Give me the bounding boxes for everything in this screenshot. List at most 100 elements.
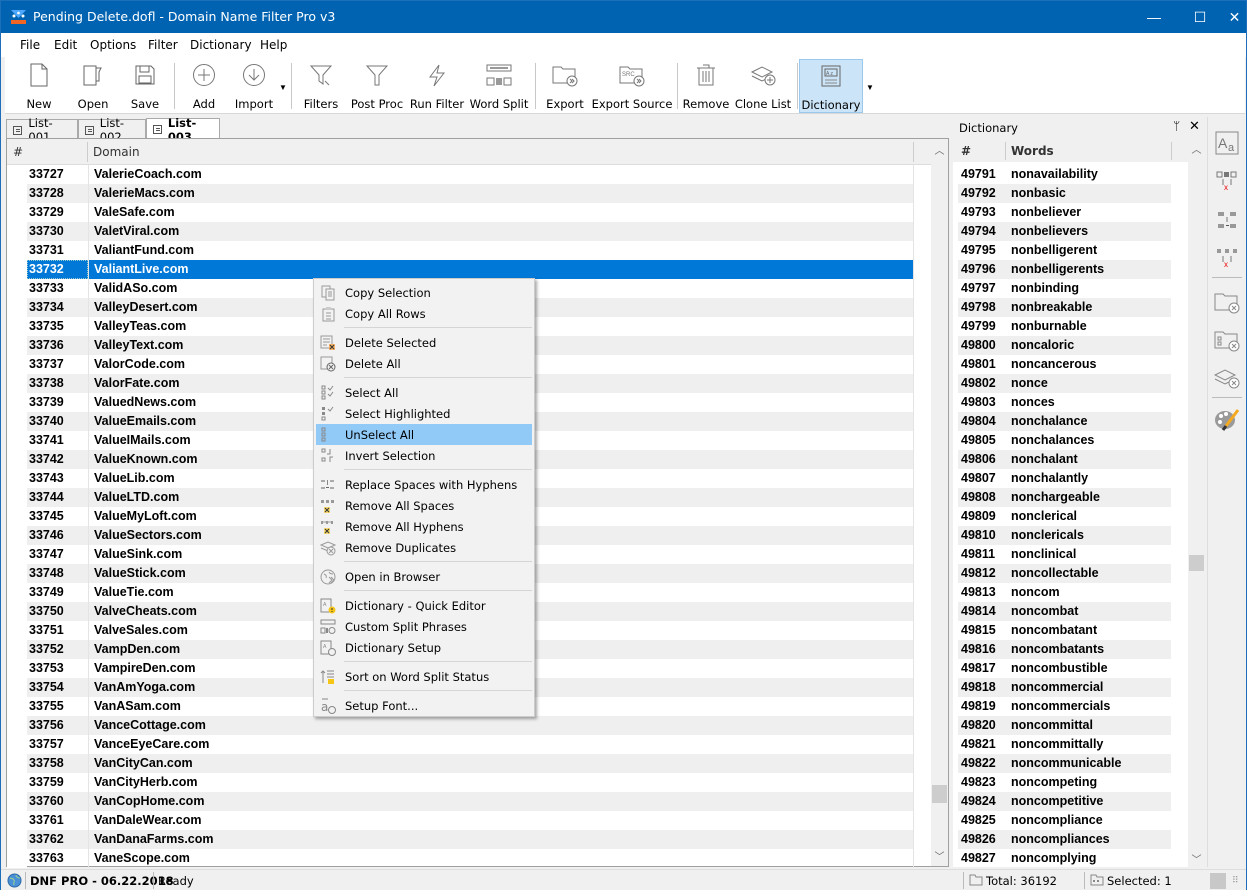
dictionary-row[interactable]: 49824 noncompetitive <box>958 792 1171 811</box>
menu-item-select-highlighted[interactable]: Select Highlighted <box>316 403 532 424</box>
dictionary-dropdown-icon[interactable]: ▼ <box>866 83 874 92</box>
add-button[interactable]: Add <box>186 59 222 113</box>
menu-options[interactable]: Options <box>90 38 136 52</box>
grid-scroll-thumb[interactable] <box>932 785 947 803</box>
dictionary-row[interactable]: 49801 noncancerous <box>958 355 1171 374</box>
menu-item-unselect-all[interactable]: UnSelect All <box>316 424 532 445</box>
dictionary-row[interactable]: 49803 nonces <box>958 393 1171 412</box>
column-header-words[interactable]: Words <box>1011 144 1054 158</box>
import-button[interactable]: Import <box>233 59 275 113</box>
dictionary-row[interactable]: 49816 noncombatants <box>958 640 1171 659</box>
dictionary-row[interactable]: 49794 nonbelievers <box>958 222 1171 241</box>
menu-file[interactable]: File <box>20 38 40 52</box>
word-split-button[interactable]: Word Split <box>470 59 528 113</box>
list-folder-remove-icon[interactable] <box>1214 327 1240 353</box>
tab-list-002[interactable]: List-002 <box>78 116 146 144</box>
table-row[interactable]: 33760 VanCopHome.com <box>7 792 932 811</box>
menu-item-remove-all-hyphens[interactable]: Remove All Hyphens <box>316 516 532 537</box>
layers-remove-icon[interactable] <box>1214 365 1240 391</box>
menu-item-setup-font[interactable]: a Setup Font... <box>316 695 532 716</box>
dictionary-row[interactable]: 49821 noncommittally <box>958 735 1171 754</box>
run-filter-button[interactable]: Run Filter <box>410 59 464 113</box>
dictionary-row[interactable]: 49819 noncommercials <box>958 697 1171 716</box>
dictionary-row[interactable]: 49798 nonbreakable <box>958 298 1171 317</box>
import-dropdown-icon[interactable]: ▼ <box>279 83 287 92</box>
dictionary-row[interactable]: 49793 nonbeliever <box>958 203 1171 222</box>
column-header-number[interactable]: # <box>13 145 23 159</box>
table-row[interactable]: 33757 VanceEyeCare.com <box>7 735 932 754</box>
column-header-domain[interactable]: Domain <box>93 145 140 159</box>
dictionary-row[interactable]: 49820 noncommittal <box>958 716 1171 735</box>
scroll-down-icon[interactable]: ﹀ <box>931 847 948 864</box>
export-button[interactable]: Export <box>545 59 585 113</box>
dictionary-row[interactable]: 49827 noncomplying <box>958 849 1171 868</box>
dictionary-row[interactable]: 49802 nonce <box>958 374 1171 393</box>
panel-close-icon[interactable]: ✕ <box>1189 118 1200 134</box>
table-row[interactable]: 33756 VanceCottage.com <box>7 716 932 735</box>
text-case-icon[interactable]: Aa <box>1214 130 1240 156</box>
menu-item-open-in-browser[interactable]: Open in Browser <box>316 566 532 587</box>
resize-grip-icon[interactable]: ⠿ <box>1232 876 1239 886</box>
menu-item-dictionary-quick-editor[interactable]: A Dictionary - Quick Editor <box>316 595 532 616</box>
save-button[interactable]: Save <box>127 59 163 113</box>
table-row[interactable]: 33759 VanCityHerb.com <box>7 773 932 792</box>
menu-item-remove-duplicates[interactable]: Remove Duplicates <box>316 537 532 558</box>
column-header-number[interactable]: # <box>961 144 971 158</box>
menu-dictionary[interactable]: Dictionary <box>190 38 252 52</box>
dictionary-row[interactable]: 49799 nonburnable <box>958 317 1171 336</box>
filters-button[interactable]: Filters <box>303 59 339 113</box>
split-words-remove-icon[interactable]: x <box>1214 167 1240 193</box>
table-row[interactable]: 33763 VaneScope.com <box>7 849 932 868</box>
close-button[interactable]: ✕ <box>1223 1 1246 33</box>
pin-icon[interactable]: ᛘ <box>1173 119 1180 133</box>
table-row[interactable]: 33729 ValeSafe.com <box>7 203 932 222</box>
dictionary-row[interactable]: 49814 noncombat <box>958 602 1171 621</box>
menu-item-copy-all-rows[interactable]: Copy All Rows <box>316 303 532 324</box>
dictionary-row[interactable]: 49812 noncollectable <box>958 564 1171 583</box>
dictionary-row[interactable]: 49805 nonchalances <box>958 431 1171 450</box>
menu-item-sort-on-word-split-status[interactable]: Sort on Word Split Status <box>316 666 532 687</box>
menu-filter[interactable]: Filter <box>148 38 178 52</box>
table-row[interactable]: 33758 VanCityCan.com <box>7 754 932 773</box>
dictionary-row[interactable]: 49795 nonbelligerent <box>958 241 1171 260</box>
menu-item-delete-all[interactable]: Delete All <box>316 353 532 374</box>
scroll-down-icon[interactable]: ﹀ <box>1188 850 1205 867</box>
dictionary-row[interactable]: 49797 nonbinding <box>958 279 1171 298</box>
menu-item-dictionary-setup[interactable]: A Dictionary Setup <box>316 637 532 658</box>
menu-item-delete-selected[interactable]: Delete Selected <box>316 332 532 353</box>
dictionary-scrollbar[interactable]: ︿ ﹀ <box>1188 140 1205 867</box>
remove-button[interactable]: Remove <box>683 59 729 113</box>
dictionary-row[interactable]: 49808 nonchargeable <box>958 488 1171 507</box>
dictionary-row[interactable]: 49792 nonbasic <box>958 184 1171 203</box>
export-source-button[interactable]: SRC Export Source <box>592 59 672 113</box>
menu-edit[interactable]: Edit <box>54 38 77 52</box>
menu-item-select-all[interactable]: Select All <box>316 382 532 403</box>
dictionary-row[interactable]: 49817 noncombustible <box>958 659 1171 678</box>
menu-item-remove-all-spaces[interactable]: Remove All Spaces <box>316 495 532 516</box>
hyphen-split-remove-icon[interactable]: x <box>1214 244 1240 270</box>
dictionary-row[interactable]: 49823 noncompeting <box>958 773 1171 792</box>
dictionary-row[interactable]: 49822 noncommunicable <box>958 754 1171 773</box>
dictionary-row[interactable]: 49796 nonbelligerents <box>958 260 1171 279</box>
menu-item-replace-spaces-with-hyphens[interactable]: Replace Spaces with Hyphens <box>316 474 532 495</box>
palette-brush-icon[interactable] <box>1214 407 1240 433</box>
minimize-button[interactable]: — <box>1131 1 1177 33</box>
maximize-button[interactable]: ☐ <box>1177 1 1223 33</box>
dictionary-row[interactable]: 49809 nonclerical <box>958 507 1171 526</box>
tab-list-003[interactable]: List-003 <box>146 116 220 144</box>
dictionary-row[interactable]: 49791 nonavailability <box>958 165 1171 184</box>
menu-help[interactable]: Help <box>260 38 287 52</box>
table-row[interactable]: 33731 ValiantFund.com <box>7 241 932 260</box>
scroll-up-icon[interactable]: ︿ <box>931 141 948 158</box>
table-row[interactable]: 33730 ValetViral.com <box>7 222 932 241</box>
scroll-up-icon[interactable]: ︿ <box>1188 140 1205 157</box>
grid-scrollbar[interactable]: ︿ ﹀ <box>931 139 948 866</box>
menu-item-invert-selection[interactable]: Invert Selection <box>316 445 532 466</box>
clone-list-button[interactable]: Clone List <box>735 59 791 113</box>
table-row[interactable]: 33728 ValerieMacs.com <box>7 184 932 203</box>
table-row[interactable]: 33761 VanDaleWear.com <box>7 811 932 830</box>
join-words-icon[interactable] <box>1214 207 1240 233</box>
dictionary-row[interactable]: 49810 nonclericals <box>958 526 1171 545</box>
menu-item-custom-split-phrases[interactable]: Custom Split Phrases <box>316 616 532 637</box>
table-row[interactable]: 33727 ValerieCoach.com <box>7 165 932 184</box>
